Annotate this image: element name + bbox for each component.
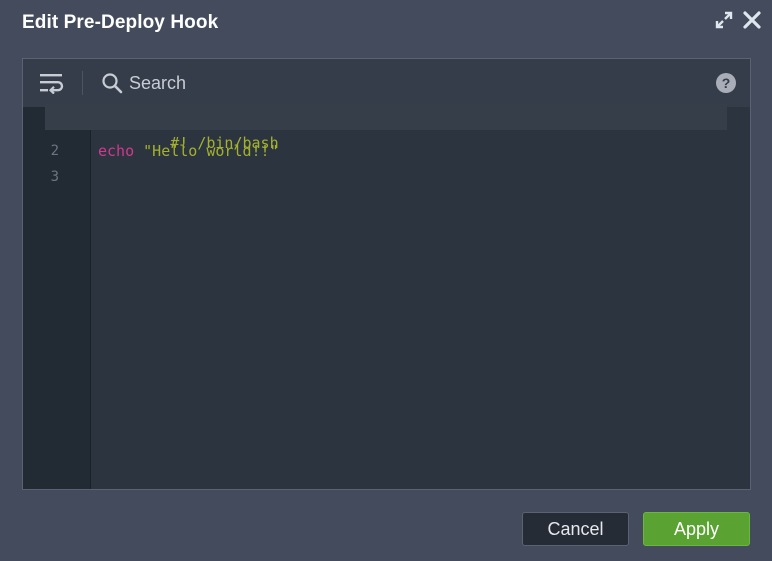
- close-icon[interactable]: [742, 10, 762, 30]
- line-number: 3: [50, 169, 59, 185]
- apply-button[interactable]: Apply: [643, 512, 750, 546]
- word-wrap-icon[interactable]: [39, 72, 65, 95]
- dialog-title: Edit Pre-Deploy Hook: [22, 12, 219, 33]
- title-actions: [714, 10, 762, 30]
- search-button[interactable]: Search: [101, 71, 186, 95]
- edit-hook-dialog: Edit Pre-Deploy Hook Search ? 2 3 #! /bi…: [0, 0, 772, 561]
- string-token: "Hello world!!": [143, 142, 279, 160]
- expand-icon[interactable]: [714, 10, 734, 30]
- cancel-button[interactable]: Cancel: [522, 512, 629, 546]
- keyword-token: echo: [98, 142, 135, 160]
- line-number-gutter: 1 2 3: [23, 107, 91, 489]
- search-label: Search: [129, 72, 187, 93]
- toolbar-divider: [82, 71, 83, 95]
- editor-toolbar: Search ?: [23, 59, 750, 107]
- active-line-highlight: [45, 104, 727, 130]
- code-text-area[interactable]: #! /bin/bash echo "Hello world!!": [91, 107, 750, 489]
- code-line-2: echo "Hello world!!": [98, 142, 279, 160]
- help-icon[interactable]: ?: [716, 73, 736, 93]
- line-number: 2: [50, 143, 59, 159]
- search-icon: [102, 73, 123, 94]
